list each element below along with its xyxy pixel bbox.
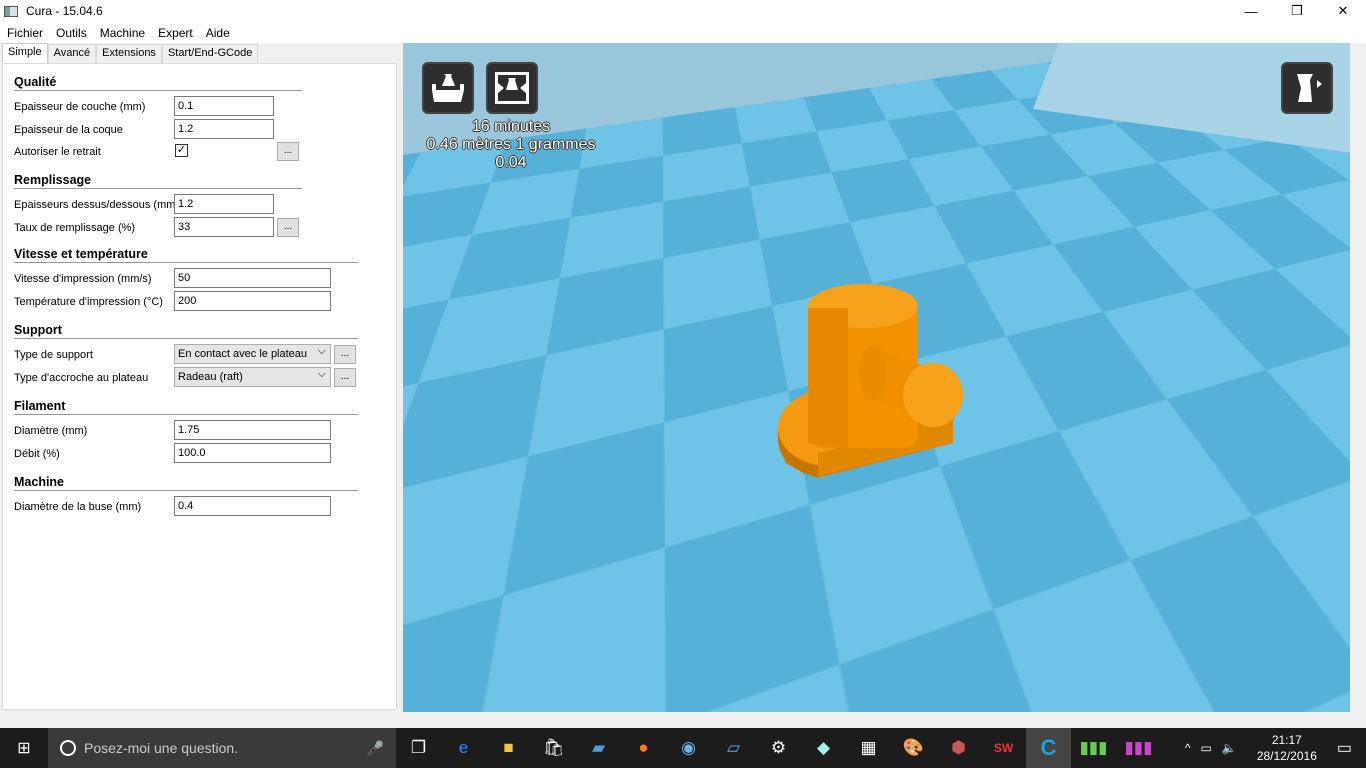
tab-simple[interactable]: Simple	[2, 43, 48, 63]
cortana-search[interactable]: Posez-moi une question. 🎤	[48, 728, 396, 768]
action-center-icon[interactable]: ▭	[1337, 738, 1352, 758]
windows-start-icon[interactable]: ⊞	[0, 728, 48, 768]
settings-panel: Qualité Epaisseur de couche (mm) 0.1 Epa…	[2, 63, 397, 710]
battery-icon[interactable]: ▭	[1201, 741, 1212, 755]
print-temp-input[interactable]: 200	[174, 291, 331, 311]
cura-app-icon	[4, 5, 18, 17]
print-time: 16 minutes	[471, 118, 551, 135]
clock-date: 28/12/2016	[1256, 749, 1317, 763]
infill-label: Taux de remplissage (%)	[14, 222, 136, 234]
tray-expand-icon[interactable]: ^	[1185, 741, 1191, 755]
top-bottom-input[interactable]: 1.2	[174, 194, 274, 214]
task-view-icon[interactable]: ❐	[396, 728, 441, 768]
print-info: 16 minutes 0.46 mètres 1 grammes 0.04	[413, 118, 609, 172]
solidworks-icon[interactable]: SW	[981, 728, 1026, 768]
cura-taskbar-icon[interactable]: C	[1026, 728, 1071, 768]
section-remplissage: Remplissage	[14, 173, 302, 189]
title-bar: Cura - 15.04.6 — ❐ ✕	[0, 0, 1366, 22]
save-gcode-icon[interactable]	[486, 62, 538, 114]
support-type-select[interactable]: En contact avec le plateau	[174, 344, 331, 364]
retraction-settings-button[interactable]: ...	[277, 142, 299, 161]
store-icon[interactable]: 🛍	[531, 728, 576, 768]
top-bottom-label: Epaisseurs dessus/dessous (mm)	[14, 199, 180, 211]
print-cost: 0.04	[495, 154, 527, 171]
adhesion-label: Type d'accroche au plateau	[14, 372, 149, 384]
retraction-label: Autoriser le retrait	[14, 146, 101, 158]
nozzle-label: Diamètre de la buse (mm)	[14, 501, 142, 513]
menu-outils[interactable]: Outils	[49, 26, 93, 40]
flow-input[interactable]: 100.0	[174, 443, 331, 463]
firefox-icon[interactable]: ●	[621, 728, 666, 768]
menu-machine[interactable]: Machine	[93, 26, 151, 40]
tab-avance[interactable]: Avancé	[47, 44, 97, 63]
maximize-button[interactable]: ❐	[1274, 0, 1320, 22]
computer-icon[interactable]: ▰	[576, 728, 621, 768]
section-vitesse: Vitesse et température	[14, 247, 358, 263]
close-button[interactable]: ✕	[1320, 0, 1366, 22]
diameter-label: Diamètre (mm)	[14, 425, 88, 437]
print-speed-input[interactable]: 50	[174, 268, 331, 288]
clock[interactable]: 21:17 28/12/2016	[1257, 732, 1317, 764]
load-model-icon[interactable]	[422, 62, 474, 114]
view-mode-icon[interactable]	[1281, 62, 1333, 114]
menu-fichier[interactable]: Fichier	[0, 26, 49, 40]
edge-icon[interactable]: e	[441, 728, 486, 768]
calculator-icon[interactable]: ▦	[846, 728, 891, 768]
app-bars-icon-2[interactable]: ▮▮▮	[1116, 728, 1161, 768]
paint-icon[interactable]: 🎨	[891, 728, 936, 768]
settings-gear-icon[interactable]: ⚙	[756, 728, 801, 768]
shell-thickness-input[interactable]: 1.2	[174, 119, 274, 139]
print-temp-label: Température d'impression (°C)	[14, 296, 163, 308]
nozzle-input[interactable]: 0.4	[174, 496, 331, 516]
menu-aide[interactable]: Aide	[199, 26, 236, 40]
tab-start-end-gcode[interactable]: Start/End-GCode	[161, 44, 259, 63]
cortana-icon	[60, 740, 76, 756]
app-bars-icon-1[interactable]: ▮▮▮	[1071, 728, 1116, 768]
window-title: Cura - 15.04.6	[26, 4, 103, 18]
material-usage: 0.46 mètres 1 grammes	[426, 136, 596, 153]
layer-height-input[interactable]: 0.1	[174, 96, 274, 116]
infill-input[interactable]: 33	[174, 217, 274, 237]
support-type-label: Type de support	[14, 349, 93, 361]
minimize-button[interactable]: —	[1228, 0, 1274, 22]
retraction-checkbox[interactable]: ✓	[175, 144, 188, 157]
section-filament: Filament	[14, 399, 358, 415]
print-speed-label: Vitesse d'impression (mm/s)	[14, 273, 152, 285]
flow-label: Débit (%)	[14, 448, 60, 460]
infill-settings-button[interactable]: ...	[277, 218, 299, 237]
diameter-input[interactable]: 1.75	[174, 420, 331, 440]
app-icon[interactable]: ▱	[711, 728, 756, 768]
microphone-icon[interactable]: 🎤	[367, 740, 384, 757]
adhesion-select[interactable]: Radeau (raft)	[174, 367, 331, 387]
shell-thickness-label: Epaisseur de la coque	[14, 124, 123, 136]
support-settings-button[interactable]: ...	[334, 345, 356, 364]
section-support: Support	[14, 323, 358, 339]
section-qualite: Qualité	[14, 75, 302, 91]
3d-model[interactable]	[773, 278, 973, 488]
taskbar: ⊞ Posez-moi une question. 🎤 ❐ e ■ 🛍 ▰ ● …	[0, 728, 1366, 768]
3d-viewport[interactable]: 16 minutes 0.46 mètres 1 grammes 0.04	[403, 43, 1350, 712]
3d-app-icon[interactable]: ⬢	[936, 728, 981, 768]
layer-height-label: Epaisseur de couche (mm)	[14, 101, 146, 113]
search-placeholder: Posez-moi une question.	[84, 740, 239, 756]
network-app-icon[interactable]: ◉	[666, 728, 711, 768]
section-machine: Machine	[14, 475, 358, 491]
volume-icon[interactable]: 🔈	[1222, 741, 1237, 755]
notes-icon[interactable]: ◆	[801, 728, 846, 768]
menu-expert[interactable]: Expert	[151, 26, 199, 40]
clock-time: 21:17	[1271, 733, 1302, 747]
file-explorer-icon[interactable]: ■	[486, 728, 531, 768]
adhesion-settings-button[interactable]: ...	[334, 368, 356, 387]
tab-extensions[interactable]: Extensions	[96, 44, 162, 63]
menu-bar: Fichier Outils Machine Expert Aide	[0, 22, 1366, 43]
